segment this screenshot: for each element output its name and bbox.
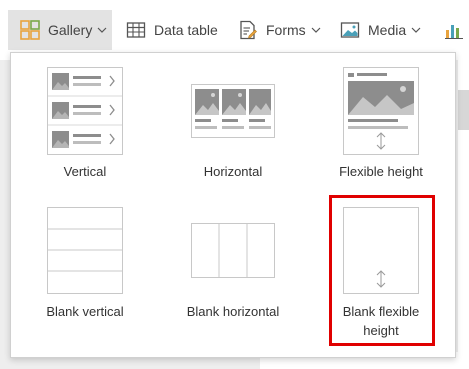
data-table-button[interactable]: Data table <box>126 10 218 50</box>
media-menu-button[interactable]: Media <box>340 10 421 50</box>
chevron-down-icon <box>411 27 421 33</box>
vertical-gallery-label: Vertical <box>63 164 107 179</box>
blank-vertical-gallery-icon <box>47 207 123 294</box>
media-icon <box>340 22 360 38</box>
gallery-icon <box>20 20 40 40</box>
scrollbar-thumb[interactable] <box>458 90 469 130</box>
flexible-height-gallery-option[interactable]: Flexible height <box>307 67 455 181</box>
blank-horizontal-gallery-label: Blank horizontal <box>186 304 280 319</box>
chevron-down-icon <box>97 27 107 33</box>
gallery-dropdown-menu: Vertical Horizontal Flexible height Blan… <box>10 52 456 358</box>
selection-highlight <box>329 195 435 346</box>
horizontal-gallery-icon <box>191 84 275 138</box>
forms-icon <box>240 20 257 40</box>
gallery-label: Gallery <box>48 22 93 38</box>
blank-vertical-gallery-label: Blank vertical <box>46 304 124 319</box>
insert-toolbar: Gallery Data table Forms Media <box>0 0 469 60</box>
chart-icon <box>445 25 463 39</box>
chevron-down-icon <box>311 27 321 33</box>
flexible-height-gallery-label: Flexible height <box>339 164 423 179</box>
data-table-label: Data table <box>154 22 218 38</box>
horizontal-gallery-label: Horizontal <box>203 164 263 179</box>
media-label: Media <box>368 22 407 38</box>
blank-vertical-gallery-option[interactable]: Blank vertical <box>11 207 159 321</box>
vertical-gallery-option[interactable]: Vertical <box>11 67 159 181</box>
charts-menu-button[interactable] <box>444 10 469 50</box>
horizontal-gallery-option[interactable]: Horizontal <box>159 67 307 181</box>
data-table-icon <box>126 22 146 38</box>
vertical-gallery-icon <box>47 67 123 155</box>
forms-label: Forms <box>266 22 306 38</box>
forms-menu-button[interactable]: Forms <box>238 10 321 50</box>
blank-horizontal-gallery-option[interactable]: Blank horizontal <box>159 207 307 321</box>
gallery-menu-button[interactable]: Gallery <box>8 10 112 50</box>
blank-horizontal-gallery-icon <box>191 223 275 278</box>
flexible-height-gallery-icon <box>343 67 419 155</box>
